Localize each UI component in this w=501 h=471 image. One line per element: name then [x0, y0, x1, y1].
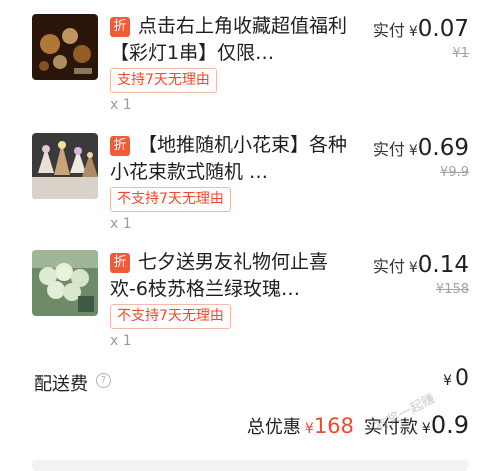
original-price: ¥1: [452, 46, 469, 61]
order-item[interactable]: 折【地推随机小花束】各种小花束款式随机 … 不支持7天无理由 x 1 实付 ¥0.…: [0, 119, 501, 239]
product-thumbnail[interactable]: [32, 133, 98, 199]
original-price: ¥9.9: [440, 165, 469, 180]
product-thumbnail[interactable]: [32, 14, 98, 80]
paid-price: 实付 ¥0.07: [372, 16, 469, 42]
amount-paid-value: 0.9: [430, 411, 469, 439]
quantity: x 1: [110, 97, 132, 113]
paid-price: 实付 ¥0.14: [372, 252, 469, 278]
product-thumbnail[interactable]: [32, 250, 98, 316]
order-item[interactable]: 折七夕送男友礼物何止喜欢-6枝苏格兰绿玫瑰… 不支持7天无理由 x 1 实付 ¥0…: [0, 236, 501, 356]
total-discount-value: 168: [313, 414, 354, 438]
discount-tag: 折: [110, 17, 130, 37]
total-discount-label: 总优惠: [246, 417, 301, 438]
paid-price: 实付 ¥0.69: [372, 135, 469, 161]
help-icon[interactable]: ?: [96, 373, 111, 388]
shipping-fee-row: 配送费 ? ¥0: [34, 366, 469, 400]
quantity: x 1: [110, 216, 132, 232]
green-roses-photo-icon: [32, 250, 98, 316]
order-total-row: 总优惠 ¥168 实付款 ¥0.9: [246, 411, 469, 439]
product-title[interactable]: 折点击右上角收藏超值福利【彩灯1串】仅限…: [110, 13, 360, 67]
bottom-divider: [32, 460, 468, 471]
string-lights-photo-icon: [32, 14, 98, 80]
discount-tag: 折: [110, 136, 130, 156]
product-title[interactable]: 折【地推随机小花束】各种小花束款式随机 …: [110, 132, 360, 186]
shipping-fee-label: 配送费: [34, 374, 88, 395]
original-price: ¥158: [435, 282, 469, 297]
flower-bouquets-photo-icon: [32, 133, 98, 199]
product-title[interactable]: 折七夕送男友礼物何止喜欢-6枝苏格兰绿玫瑰…: [110, 249, 360, 303]
order-item[interactable]: 折点击右上角收藏超值福利【彩灯1串】仅限… 支持7天无理由 x 1 实付 ¥0.0…: [0, 0, 501, 120]
return-policy-badge: 不支持7天无理由: [110, 187, 231, 212]
discount-tag: 折: [110, 253, 130, 273]
shipping-fee-value: ¥0: [443, 366, 469, 391]
return-policy-badge: 支持7天无理由: [110, 68, 217, 93]
quantity: x 1: [110, 333, 132, 349]
return-policy-badge: 不支持7天无理由: [110, 304, 231, 329]
